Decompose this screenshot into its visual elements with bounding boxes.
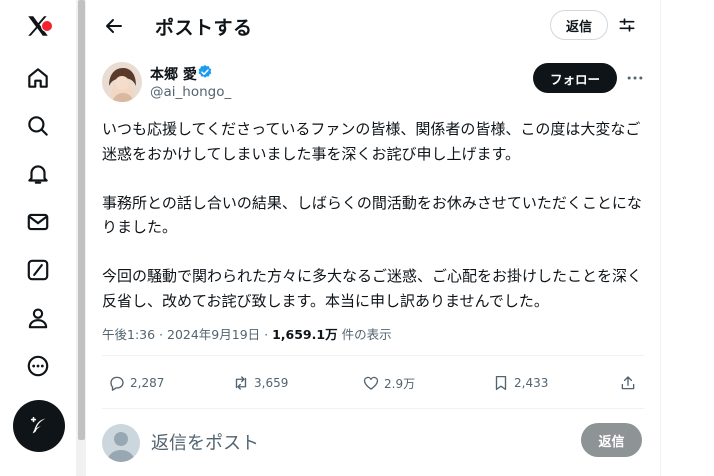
home-icon[interactable]: [24, 64, 52, 92]
post-compose-button[interactable]: [13, 400, 65, 452]
messages-icon[interactable]: [24, 208, 52, 236]
follow-button[interactable]: フォロー: [533, 63, 617, 93]
reply-avatar: [102, 424, 140, 462]
reply-header-button[interactable]: 返信: [550, 10, 608, 40]
sidebar: [0, 0, 76, 476]
share-action[interactable]: [619, 372, 641, 394]
divider: [102, 408, 644, 409]
page-title: ポストする: [155, 17, 253, 39]
filter-settings-icon[interactable]: [617, 15, 637, 35]
reply-action[interactable]: 2,287: [108, 372, 164, 394]
divider: [102, 355, 644, 356]
user-handle[interactable]: @ai_hongo_: [150, 84, 231, 100]
tweet-text: いつも応援してくださっているファンの皆様、関係者の皆様、この度は大変なご迷惑をお…: [102, 120, 643, 310]
tweet-timestamp[interactable]: 午後1:36 · 2024年9月19日 ·: [102, 327, 272, 342]
main-column: ポストする 返信 本郷 愛 @ai_hongo_ フォロー いつも応援してくださ…: [86, 0, 661, 476]
like-count: 2.9万: [384, 376, 416, 391]
share-icon: [621, 376, 635, 390]
avatar[interactable]: [102, 62, 142, 102]
more-circle-icon[interactable]: [24, 352, 52, 380]
bookmark-icon: [495, 375, 507, 391]
notification-dot: [41, 20, 53, 32]
heart-icon: [363, 376, 379, 390]
like-action[interactable]: 2.9万: [362, 372, 415, 394]
grok-icon[interactable]: [24, 256, 52, 284]
display-name[interactable]: 本郷 愛: [150, 64, 197, 84]
profile-icon[interactable]: [24, 304, 52, 332]
repost-count: 3,659: [254, 376, 289, 390]
search-icon[interactable]: [24, 112, 52, 140]
x-logo-icon[interactable]: [24, 12, 53, 40]
tweet-metadata: 午後1:36 · 2024年9月19日 · 1,659.1万 件の表示: [102, 324, 392, 343]
bookmark-count: 2,433: [514, 376, 549, 390]
verified-badge-icon: [198, 65, 212, 78]
scrollbar-thumb[interactable]: [78, 0, 85, 440]
reply-input[interactable]: 返信をポスト: [151, 429, 259, 455]
notifications-icon[interactable]: [24, 160, 52, 188]
reply-count: 2,287: [130, 376, 165, 390]
reply-icon: [110, 376, 124, 391]
reply-submit-button[interactable]: 返信: [581, 423, 642, 457]
more-options-icon[interactable]: [625, 68, 645, 88]
page-header: ポストする 返信: [86, 0, 660, 52]
post-compose-icon: [30, 416, 46, 434]
view-count-suffix: 件の表示: [337, 327, 392, 342]
bookmark-action[interactable]: 2,433: [492, 372, 548, 394]
repost-action[interactable]: 3,659: [232, 372, 288, 394]
back-arrow-icon[interactable]: [102, 14, 126, 38]
repost-icon: [235, 376, 247, 390]
view-count: 1,659.1万: [272, 327, 338, 342]
